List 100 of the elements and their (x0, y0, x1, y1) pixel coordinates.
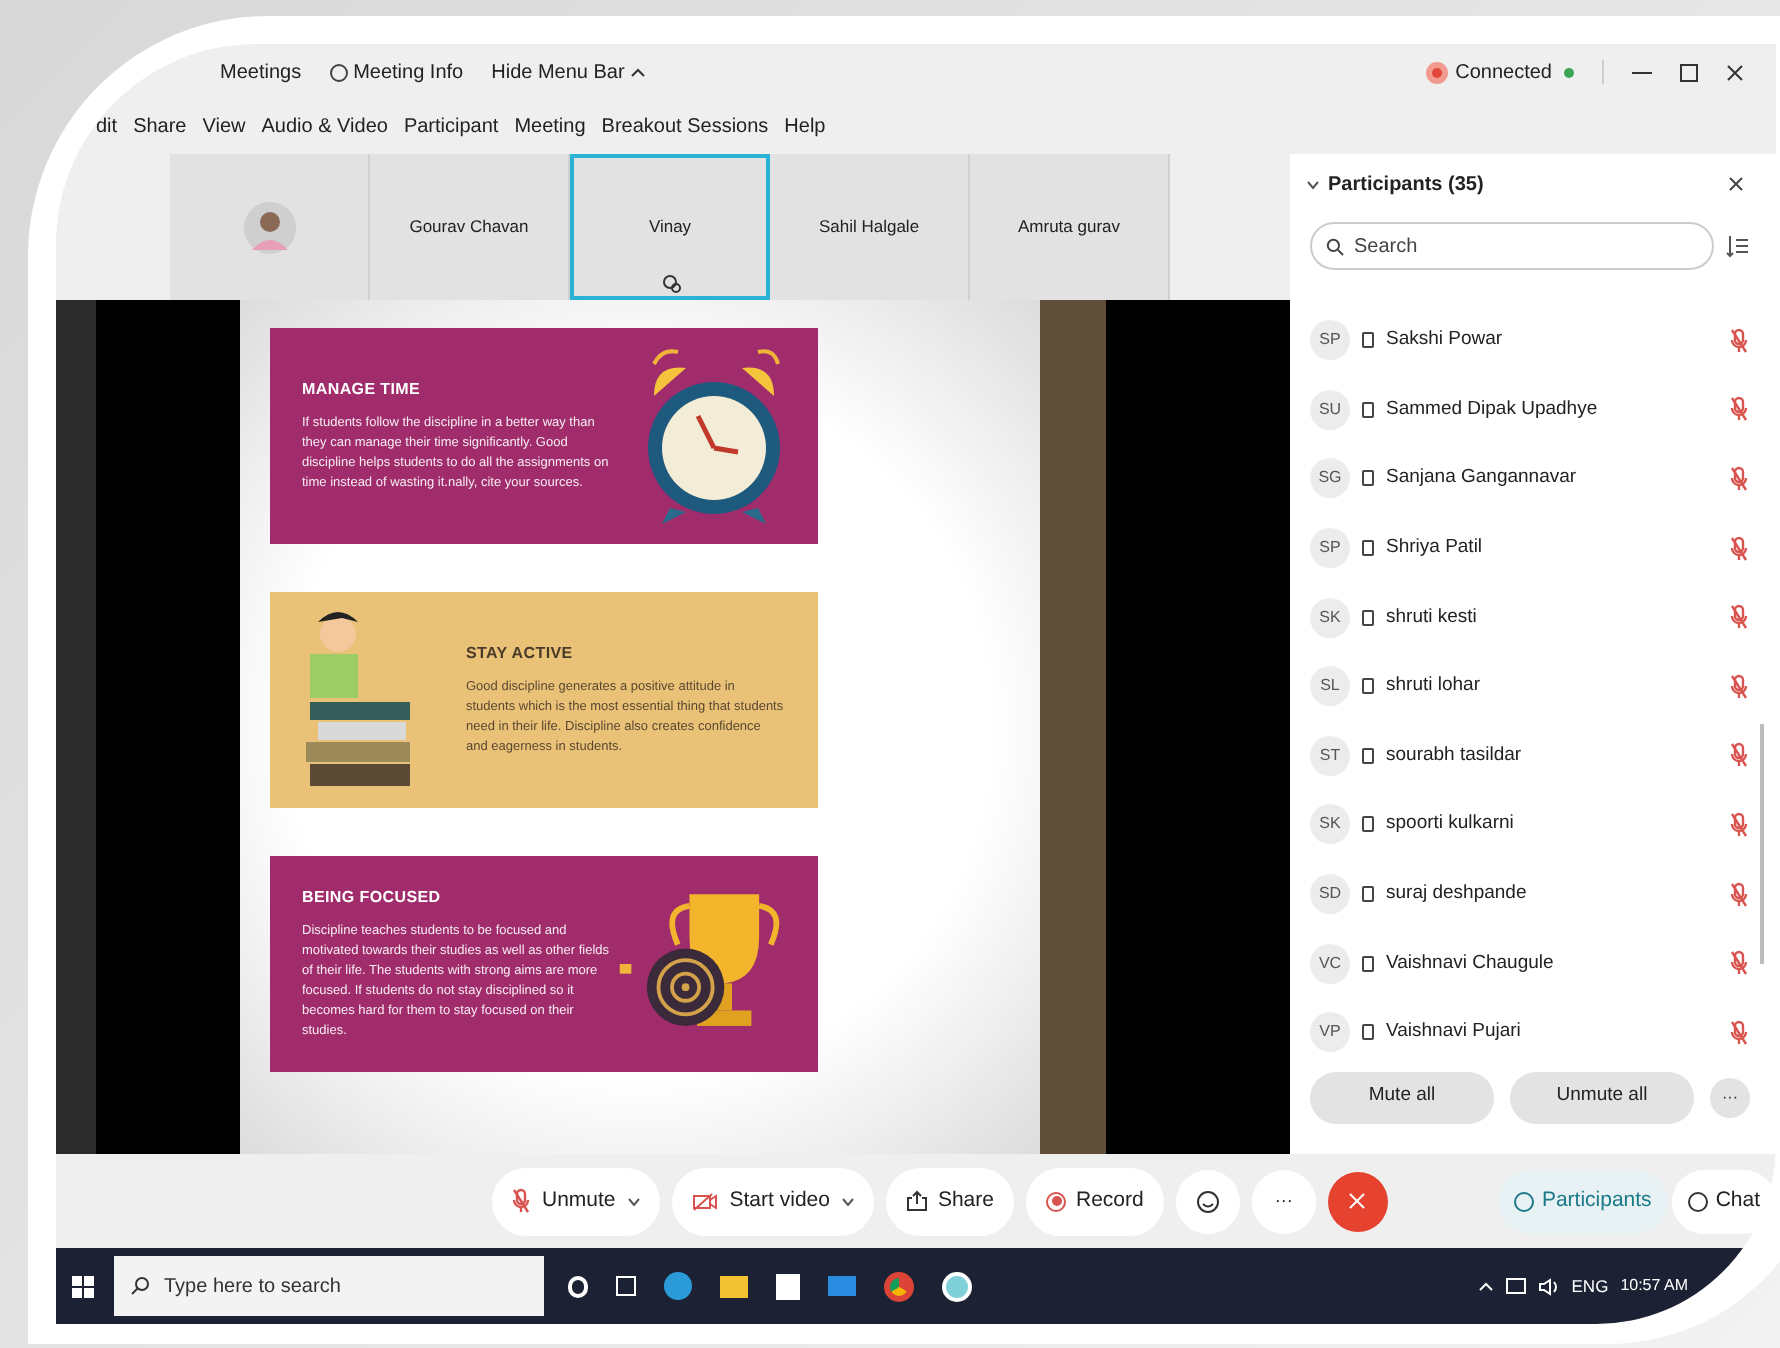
participant-row[interactable]: SU Sammed Dipak Upadhye (1310, 375, 1748, 445)
participant-name: Sakshi Powar (1386, 326, 1505, 355)
participant-name: Sammed Dipak Upadhye (1386, 395, 1600, 424)
initials-avatar: SL (1310, 666, 1350, 707)
alarm-clock-icon (642, 344, 786, 528)
smiley-icon (1195, 1189, 1220, 1213)
participant-row[interactable]: ST sourabh tasildar (1310, 721, 1748, 791)
connection-status: Connected (1455, 59, 1552, 87)
menu-item[interactable]: View (202, 112, 246, 142)
close-button[interactable] (1726, 63, 1744, 81)
record-icon (1046, 1191, 1066, 1211)
menu-item[interactable]: Meeting (514, 112, 586, 142)
participant-row[interactable]: VC Vaishnavi Chaugule (1310, 928, 1748, 998)
minimize-button[interactable] (1632, 71, 1652, 73)
device-icon (1362, 816, 1374, 833)
muted-mic-icon (1730, 465, 1748, 492)
record-button[interactable]: Record (1026, 1167, 1164, 1235)
folder-icon[interactable] (720, 1275, 748, 1297)
mute-all-button[interactable]: Mute all (1310, 1071, 1494, 1124)
share-icon (905, 1190, 928, 1212)
initials-avatar: SK (1310, 804, 1350, 845)
avatar-icon (243, 201, 295, 253)
initials-avatar: SD (1310, 874, 1350, 915)
close-icon (1348, 1192, 1367, 1210)
menu-item[interactable]: dit (96, 112, 118, 142)
speaking-icon (662, 274, 682, 294)
chevron-down-icon (627, 1197, 640, 1205)
store-icon[interactable] (776, 1273, 800, 1299)
panel-tab[interactable]: Participants (1497, 1169, 1668, 1233)
sort-icon[interactable] (1726, 234, 1748, 258)
participant-row[interactable]: SD suraj deshpande (1310, 859, 1748, 929)
panel-tab[interactable]: Chat (1671, 1169, 1776, 1233)
menu-item[interactable]: Help (784, 112, 826, 142)
search-field[interactable]: Search (1310, 222, 1714, 270)
chevron-down-icon (1306, 179, 1320, 189)
participant-name: Sanjana Gangannavar (1386, 464, 1579, 493)
muted-mic-icon (1730, 673, 1748, 700)
participant-name: Sahil Halgale (818, 214, 920, 240)
muted-mic-icon (1730, 604, 1748, 631)
windows-start-icon[interactable] (72, 1275, 94, 1297)
network-icon[interactable] (1505, 1278, 1526, 1294)
close-panel-button[interactable] (1728, 176, 1744, 192)
unmute-button[interactable]: Unmute (492, 1167, 660, 1235)
muted-mic-icon (512, 1188, 530, 1214)
clock[interactable]: 10:57 AM (1620, 1274, 1688, 1298)
share-button[interactable]: Share (885, 1167, 1014, 1235)
muted-mic-icon (1730, 950, 1748, 977)
participant-name: Vinay (648, 214, 692, 240)
card-title: MANAGE TIME (302, 378, 423, 402)
chevron-up-icon[interactable] (1477, 1281, 1494, 1291)
participant-row[interactable]: SG Sanjana Gangannavar (1310, 444, 1748, 514)
menu-item[interactable]: Breakout Sessions (601, 112, 769, 142)
participant-row[interactable]: SP Shriya Patil (1310, 513, 1748, 583)
more-options-button[interactable]: ··· (1251, 1169, 1316, 1233)
meeting-info-button[interactable]: Meeting Info (329, 57, 464, 87)
initials-avatar: VC (1310, 943, 1350, 984)
participant-name: Vaishnavi Chaugule (1386, 949, 1556, 978)
initials-avatar: ST (1310, 735, 1350, 776)
menu-item[interactable]: Share (133, 112, 187, 142)
hide-menu-bar-button[interactable]: Hide Menu Bar (491, 57, 647, 87)
chat-icon (1687, 1191, 1708, 1211)
video-thumbnail[interactable] (170, 154, 370, 300)
video-thumbnail[interactable]: Gourav Chavan (370, 154, 570, 300)
end-meeting-button[interactable] (1327, 1171, 1388, 1231)
video-thumbnail[interactable]: Amruta gurav (970, 154, 1170, 300)
start-video-button[interactable]: Start video (671, 1167, 874, 1235)
restore-button[interactable] (1680, 63, 1698, 81)
device-icon (1362, 332, 1374, 349)
video-thumbnail[interactable]: Sahil Halgale (770, 154, 970, 300)
browser-icon[interactable] (664, 1272, 692, 1300)
muted-mic-icon (1730, 742, 1748, 769)
participant-name: sourabh tasildar (1386, 741, 1524, 770)
video-thumbnail[interactable]: Vinay (570, 154, 770, 300)
language-indicator[interactable]: ENG (1571, 1273, 1609, 1299)
unmute-all-button[interactable]: Unmute all (1510, 1071, 1694, 1124)
menu-item[interactable]: Audio & Video (261, 112, 388, 142)
device-icon (1362, 955, 1374, 972)
initials-avatar: SK (1310, 597, 1350, 638)
reactions-button[interactable] (1175, 1169, 1240, 1233)
taskbar-search-field[interactable]: Type here to search (114, 1256, 544, 1316)
muted-mic-icon (1730, 1019, 1748, 1046)
device-icon (1362, 678, 1374, 695)
device-icon (1362, 1024, 1374, 1041)
device-icon (1362, 886, 1374, 903)
chevron-up-icon (630, 66, 647, 78)
participant-row[interactable]: VP Vaishnavi Pujari (1310, 997, 1748, 1068)
muted-mic-icon (1730, 811, 1748, 838)
search-icon (130, 1276, 150, 1296)
more-button[interactable]: ··· (1710, 1077, 1750, 1118)
participant-row[interactable]: SK spoorti kulkarni (1310, 790, 1748, 860)
participant-row[interactable]: SL shruti lohar (1310, 651, 1748, 722)
participant-row[interactable]: SK shruti kesti (1310, 582, 1748, 652)
initials-avatar: SP (1310, 528, 1350, 569)
menu-item[interactable]: Participant (403, 112, 499, 142)
speaker-icon[interactable] (1537, 1277, 1560, 1295)
participant-name: Gourav Chavan (409, 214, 529, 240)
card-title: STAY ACTIVE (466, 642, 575, 666)
participant-row[interactable]: SP Sakshi Powar (1310, 306, 1748, 376)
device-icon (1362, 401, 1374, 418)
task-view-icon[interactable] (616, 1276, 636, 1296)
